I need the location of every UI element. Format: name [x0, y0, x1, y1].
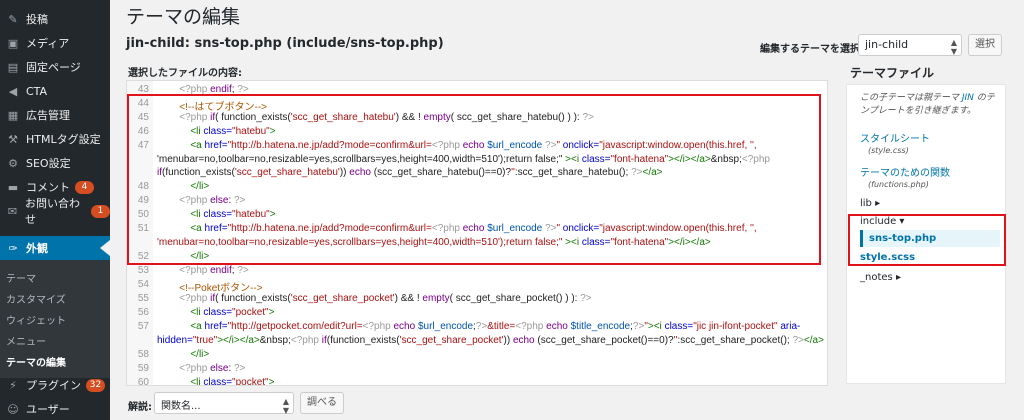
line-number: 54: [137, 279, 149, 290]
function-name-select[interactable]: 関数名... ▲ ▼: [154, 392, 294, 415]
file-content-label: 選択したファイルの内容:: [128, 68, 242, 79]
code-line: <?php endif; ?>: [179, 265, 249, 276]
line-number: 55: [137, 293, 149, 304]
file-link-stylesheet[interactable]: スタイルシート: [860, 130, 930, 145]
code-line: <!--Poketボタン-->: [179, 283, 263, 294]
select-arrows-icon: ▲ ▼: [282, 397, 289, 415]
sidebar-item-users[interactable]: ☺ ユーザー: [0, 398, 110, 420]
code-line: </li>: [190, 349, 210, 360]
submenu-item-menus[interactable]: メニュー: [6, 333, 46, 348]
theme-select[interactable]: jin-child ▲ ▼: [858, 34, 962, 56]
submenu-item-theme-editor[interactable]: テーマの編集: [6, 354, 66, 369]
expand-right-icon: ▸: [895, 272, 901, 283]
line-number: 60: [137, 377, 149, 386]
pin-icon: ✎: [8, 12, 18, 26]
contact-count-badge: 1: [91, 204, 110, 218]
code-line: <li class="pocket">: [190, 307, 275, 318]
code-line: <li class="pocket">: [190, 377, 275, 386]
sidebar-item-posts[interactable]: ✎ 投稿: [0, 8, 110, 30]
line-number: 58: [137, 349, 149, 360]
sidebar-item-plugins[interactable]: ⚡ プラグイン 32: [0, 374, 110, 396]
documentation-label: 解説:: [128, 402, 152, 413]
comment-icon: ▬: [7, 180, 19, 194]
code-line: <?php if( function_exists('scc_get_share…: [179, 293, 592, 304]
parent-theme-link[interactable]: JIN: [962, 93, 974, 103]
code-line: <a href="http://getpocket.com/edit?url=<…: [190, 321, 801, 332]
code-line: hidden="true"></i></a>&nbsp;<?php if(fun…: [157, 335, 824, 346]
sidebar-item-seo[interactable]: ⚙ SEO設定: [0, 152, 110, 174]
code-line: <?php else: ?>: [179, 363, 246, 374]
sidebar-item-media[interactable]: ▣ メディア: [0, 32, 110, 54]
page-title: テーマの編集: [126, 6, 241, 28]
file-desc-stylesheet: (style.css): [868, 146, 909, 155]
submenu-item-themes[interactable]: テーマ: [6, 270, 36, 285]
theme-select-label: 編集するテーマを選択:: [760, 44, 864, 55]
user-icon: ☺: [7, 402, 19, 416]
code-editor[interactable]: 43444546474849505152535455565758596061 <…: [126, 80, 828, 386]
highlight-annotation-box: [127, 94, 821, 265]
line-number: 53: [137, 265, 149, 276]
submenu-item-widgets[interactable]: ウィジェット: [6, 312, 66, 327]
child-theme-notice: この子テーマは親テーマ JIN のテンプレートを引き継ぎます。: [860, 93, 995, 116]
media-icon: ▣: [7, 36, 19, 50]
file-heading: jin-child: sns-top.php (include/sns-top.…: [126, 36, 444, 51]
sidebar-item-pages[interactable]: ▤ 固定ページ: [0, 56, 110, 78]
submenu-item-customize[interactable]: カスタマイズ: [6, 291, 66, 306]
mail-icon: ✉: [7, 204, 18, 218]
line-number: 59: [137, 363, 149, 374]
sidebar-item-html-tags[interactable]: ⚒ HTMLタグ設定: [0, 128, 110, 150]
ads-icon: ▦: [7, 108, 19, 122]
plugin-icon: ⚡: [9, 378, 17, 392]
sidebar-item-ads[interactable]: ▦ 広告管理: [0, 104, 110, 126]
file-link-functions[interactable]: テーマのための関数: [860, 164, 950, 179]
line-number: 56: [137, 307, 149, 318]
appearance-submenu: テーマ カスタマイズ ウィジェット メニュー テーマの編集: [0, 260, 110, 378]
admin-sidebar: ✎ 投稿 ▣ メディア ▤ 固定ページ ◀ CTA ▦ 広告管理 ⚒ HTMLタグ設定 ⚙ S…: [0, 0, 110, 420]
code-icon: ⚒: [8, 132, 18, 146]
page-icon: ▤: [7, 60, 19, 74]
plugins-count-badge: 32: [86, 378, 105, 392]
expand-right-icon: ▸: [875, 198, 881, 209]
theme-files-title: テーマファイル: [850, 66, 935, 80]
sidebar-item-contact[interactable]: ✉ お問い合わせ 1: [0, 197, 110, 226]
lookup-button[interactable]: 調べる: [300, 392, 344, 414]
folder-notes[interactable]: _notes ▸: [860, 272, 901, 283]
select-arrows-icon: ▲ ▼: [950, 38, 957, 56]
folder-lib[interactable]: lib ▸: [860, 198, 880, 209]
comments-count-badge: 4: [75, 180, 94, 194]
active-menu-arrow: [100, 240, 110, 256]
line-number: 57: [137, 321, 149, 332]
brush-icon: ✑: [8, 241, 18, 255]
file-desc-functions: (functions.php): [868, 180, 929, 189]
select-theme-button[interactable]: 選択: [968, 34, 1002, 56]
megaphone-icon: ◀: [8, 84, 18, 98]
sidebar-item-cta[interactable]: ◀ CTA: [0, 80, 110, 102]
file-link-style-scss[interactable]: style.scss: [860, 252, 915, 263]
gear-icon: ⚙: [8, 156, 18, 170]
sidebar-item-appearance[interactable]: ✑ 外観: [0, 236, 110, 260]
